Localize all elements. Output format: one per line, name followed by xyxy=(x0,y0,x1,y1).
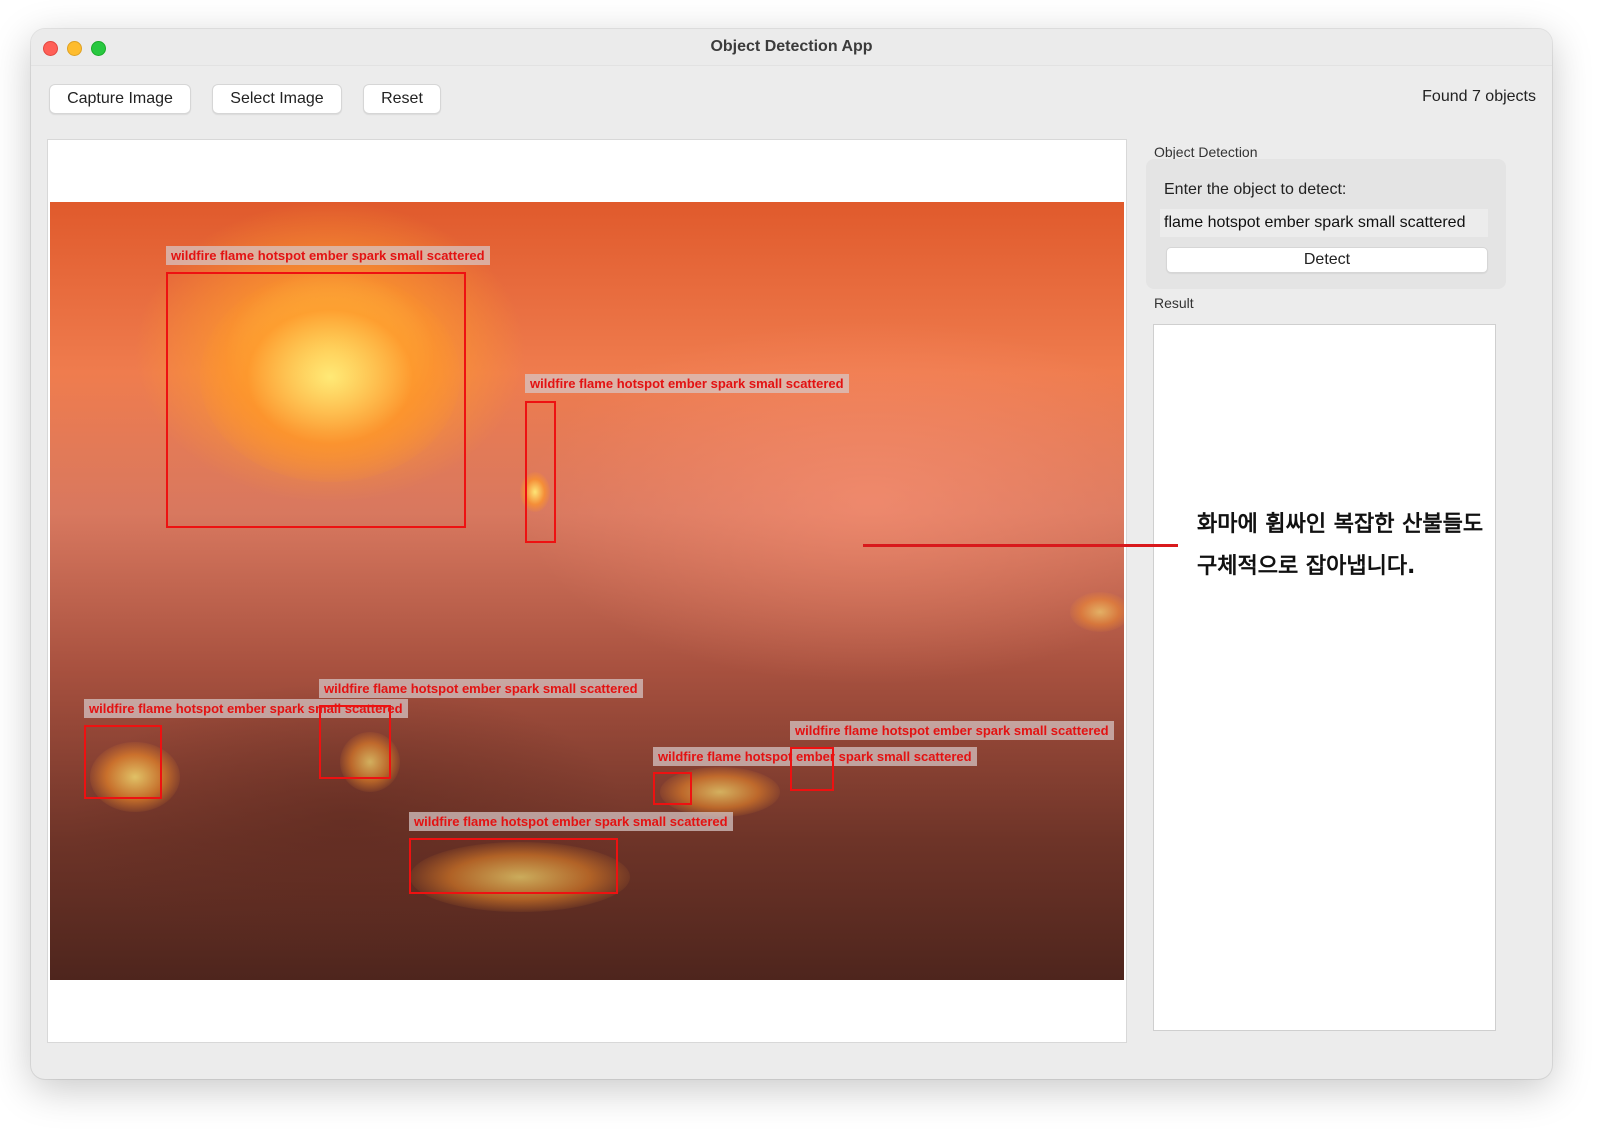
reset-button[interactable]: Reset xyxy=(363,84,441,114)
capture-image-button[interactable]: Capture Image xyxy=(49,84,191,114)
detection-label: wildfire flame hotspot ember spark small… xyxy=(790,721,1114,740)
image-panel: wildfire flame hotspot ember spark small… xyxy=(47,139,1127,1043)
annotation-line-1: 화마에 휩싸인 복잡한 산불들도 xyxy=(1197,512,1484,537)
detect-button[interactable]: Detect xyxy=(1166,247,1488,273)
object-prompt-input[interactable] xyxy=(1160,209,1488,237)
detection-box xyxy=(84,725,162,799)
object-detection-group: Enter the object to detect: Detect xyxy=(1146,159,1506,289)
detection-box xyxy=(166,272,466,528)
detection-box xyxy=(319,705,391,779)
detection-label: wildfire flame hotspot ember spark small… xyxy=(525,374,849,393)
prompt-label: Enter the object to detect: xyxy=(1164,181,1347,198)
result-title: Result xyxy=(1154,295,1194,311)
detection-box xyxy=(653,772,692,805)
detection-label: wildfire flame hotspot ember spark small… xyxy=(409,812,733,831)
wildfire-photo: wildfire flame hotspot ember spark small… xyxy=(50,202,1124,980)
detection-box xyxy=(525,401,556,543)
detection-box xyxy=(409,838,618,894)
title-bar[interactable]: Object Detection App xyxy=(31,29,1552,66)
select-image-button[interactable]: Select Image xyxy=(212,84,342,114)
detection-box xyxy=(790,747,834,791)
annotation-line-2: 구체적으로 잡아냅니다. xyxy=(1197,554,1416,579)
window-title: Object Detection App xyxy=(710,38,873,55)
annotation-caption: 화마에 휩싸인 복잡한 산불들도 구체적으로 잡아냅니다. xyxy=(1197,504,1527,588)
result-output[interactable] xyxy=(1153,324,1496,1031)
annotation-pointer-line xyxy=(863,544,1178,547)
status-text: Found 7 objects xyxy=(1422,88,1536,105)
detection-label: wildfire flame hotspot ember spark small… xyxy=(319,679,643,698)
object-detection-group-title: Object Detection xyxy=(1154,144,1258,160)
detection-label: wildfire flame hotspot ember spark small… xyxy=(166,246,490,265)
